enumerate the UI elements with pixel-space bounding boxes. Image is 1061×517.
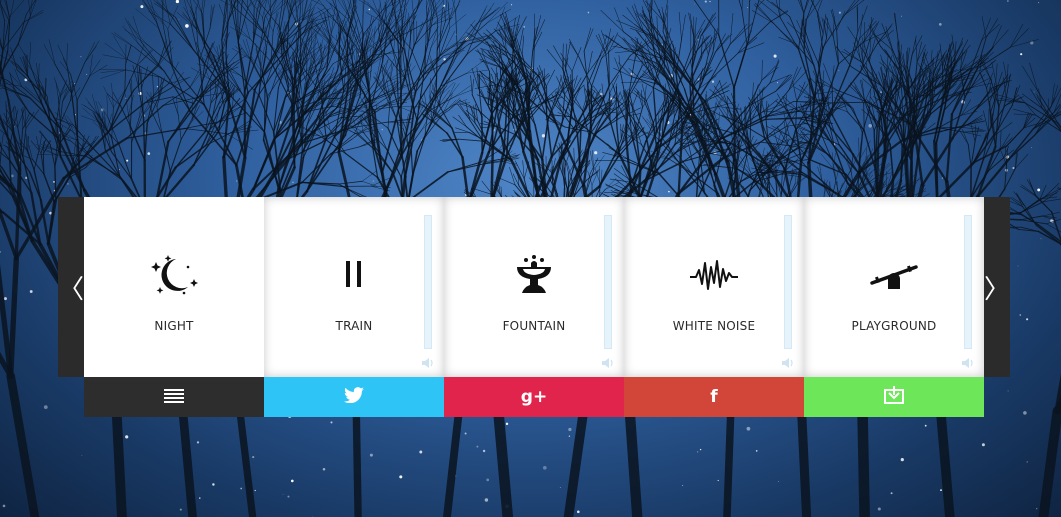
sound-label: NIGHT [154, 319, 194, 333]
sound-player: 〈 NIGHT TRAIN FOUNTAIN WHITE NOISE PLAYG… [58, 197, 1010, 417]
chevron-right-icon: 〉 [984, 274, 1011, 305]
download-icon [884, 386, 904, 408]
download-button[interactable] [804, 377, 984, 417]
volume-slider[interactable] [604, 215, 612, 349]
volume-slider[interactable] [784, 215, 792, 349]
menu-button[interactable] [84, 377, 264, 417]
seesaw-icon [864, 253, 924, 297]
sound-tile-fountain[interactable]: FOUNTAIN [444, 197, 624, 377]
sound-tile-train[interactable]: TRAIN [264, 197, 444, 377]
sound-label: WHITE NOISE [672, 319, 756, 333]
next-arrow-button[interactable]: 〉 [984, 197, 1010, 377]
moon-stars-icon [144, 253, 204, 297]
volume-slider[interactable] [964, 215, 972, 349]
facebook-icon: f [710, 386, 718, 407]
volume-icon [781, 354, 795, 368]
twitter-share-button[interactable] [264, 377, 444, 417]
sound-tile-playground[interactable]: PLAYGROUND [804, 197, 984, 377]
sound-tile-white-noise[interactable]: WHITE NOISE [624, 197, 804, 377]
sound-tile-night[interactable]: NIGHT [84, 197, 264, 377]
waveform-icon [684, 253, 744, 297]
prev-arrow-button[interactable]: 〈 [58, 197, 84, 377]
volume-icon [601, 354, 615, 368]
volume-icon [961, 354, 975, 368]
fountain-icon [504, 253, 564, 297]
chevron-left-icon: 〈 [58, 274, 85, 305]
sound-label: PLAYGROUND [851, 319, 937, 333]
facebook-share-button[interactable]: f [624, 377, 804, 417]
pause-icon [324, 253, 384, 297]
sound-label: TRAIN [335, 319, 373, 333]
volume-icon [421, 354, 435, 368]
google-plus-share-button[interactable]: g+ [444, 377, 624, 417]
sound-label: FOUNTAIN [502, 319, 566, 333]
volume-slider[interactable] [424, 215, 432, 349]
menu-icon [164, 388, 184, 407]
google-plus-icon: g+ [520, 386, 548, 407]
twitter-icon [343, 387, 364, 407]
